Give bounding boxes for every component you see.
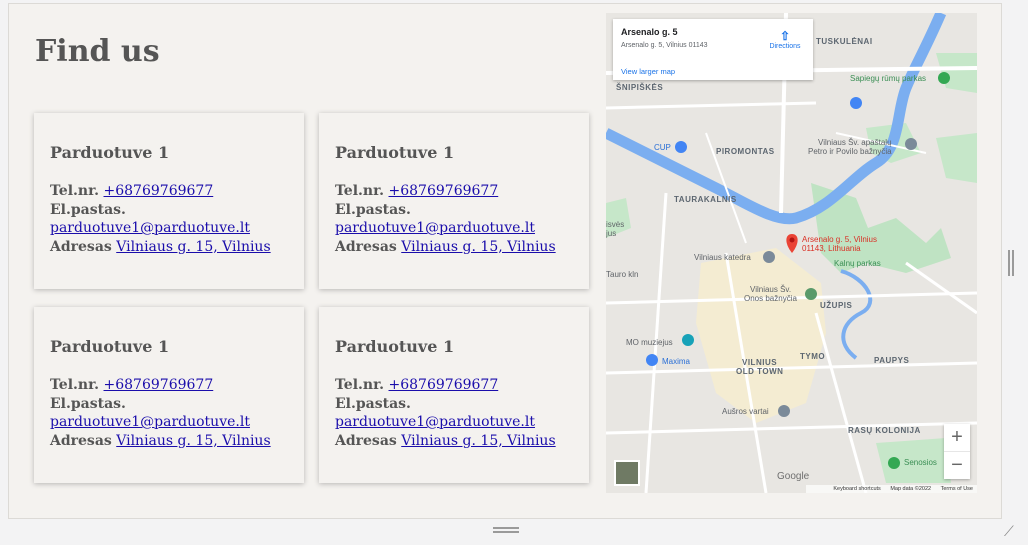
address-line: Adresas Vilniaus g. 15, Vilnius <box>50 238 288 257</box>
email-label: El.pastas. <box>50 395 126 412</box>
directions-label: Directions <box>769 43 801 50</box>
map-footer: Keyboard shortcuts Map data ©2022 Terms … <box>806 485 977 493</box>
google-logo: Google <box>777 471 810 482</box>
map-label: CUP <box>654 143 671 152</box>
map-label: Maxima <box>662 357 691 366</box>
map-label: isvės <box>606 220 625 229</box>
email-link[interactable]: parduotuve1@parduotuve.lt <box>335 220 535 236</box>
email-link[interactable]: parduotuve1@parduotuve.lt <box>50 414 250 430</box>
map-label: OLD TOWN <box>736 367 784 376</box>
address-label: Adresas <box>335 238 397 255</box>
place-address: Arsenalo g. 5, Vilnius 01143 <box>621 42 708 49</box>
address-line: Adresas Vilniaus g. 15, Vilnius <box>335 432 573 451</box>
map-label: PIROMONTAS <box>716 147 775 156</box>
page-title: Find us <box>35 34 160 69</box>
phone-label: Tel.nr. <box>335 183 385 199</box>
vertical-resize-grip[interactable] <box>1008 250 1014 276</box>
zoom-control: + − <box>944 424 970 479</box>
horizontal-resize-grip[interactable] <box>493 527 519 533</box>
phone-line: Tel.nr. +68769769677 <box>50 376 288 395</box>
address-link[interactable]: Vilniaus g. 15, Vilnius <box>401 433 555 449</box>
map-label: TYMO <box>800 352 826 361</box>
map-label: PAUPYS <box>874 356 910 365</box>
phone-label: Tel.nr. <box>50 377 100 393</box>
phone-label: Tel.nr. <box>335 377 385 393</box>
pin-label: 01143, Lithuania <box>802 244 861 253</box>
page-frame: Find us Parduotuve 1 Tel.nr. +6876976967… <box>8 3 1002 519</box>
map-label: TAURAKALNIS <box>674 195 737 204</box>
map-label: Senosios <box>904 458 937 467</box>
terms-link[interactable]: Terms of Use <box>941 486 973 492</box>
email-label: El.pastas. <box>335 201 411 218</box>
zoom-in-button[interactable]: + <box>944 424 970 452</box>
phone-line: Tel.nr. +68769769677 <box>335 376 573 395</box>
phone-link[interactable]: +68769769677 <box>389 183 499 199</box>
store-card: Parduotuve 1 Tel.nr. +68769769677 El.pas… <box>319 113 589 289</box>
map-label: ŠNIPIŠKĖS <box>616 83 664 92</box>
directions-icon: ⇧ <box>779 29 791 43</box>
map-label: Sapiegų rūmų parkas <box>850 74 927 83</box>
map-label: TUSKULĖNAI <box>816 37 873 46</box>
phone-label: Tel.nr. <box>50 183 100 199</box>
address-label: Adresas <box>335 432 397 449</box>
address-link[interactable]: Vilniaus g. 15, Vilnius <box>116 433 270 449</box>
zoom-out-button[interactable]: − <box>944 452 970 479</box>
map-label: Vilniaus Šv. <box>750 285 792 294</box>
phone-line: Tel.nr. +68769769677 <box>50 182 288 201</box>
email-label: El.pastas. <box>50 201 126 218</box>
map-label: Tauro kln <box>606 270 639 279</box>
map-label: VILNIUS <box>742 358 778 367</box>
satellite-toggle[interactable] <box>614 460 640 486</box>
view-larger-map-link[interactable]: View larger map <box>621 67 675 76</box>
map-label: Vilniaus Šv. apaštalų <box>818 138 892 147</box>
phone-link[interactable]: +68769769677 <box>389 377 499 393</box>
phone-link[interactable]: +68769769677 <box>104 183 214 199</box>
phone-link[interactable]: +68769769677 <box>104 377 214 393</box>
pin-label: Arsenalo g. 5, Vilnius <box>802 235 878 244</box>
map-label: Aušros vartai <box>722 407 769 416</box>
directions-button[interactable]: ⇧ Directions <box>761 29 809 51</box>
store-name: Parduotuve 1 <box>335 337 455 356</box>
map-label: jus <box>606 229 617 238</box>
map-label: RASŲ KOLONIJA <box>848 426 921 435</box>
email-link[interactable]: parduotuve1@parduotuve.lt <box>50 220 250 236</box>
place-name: Arsenalo g. 5 <box>621 27 678 37</box>
map-label: Vilniaus katedra <box>694 253 751 262</box>
address-label: Adresas <box>50 432 112 449</box>
map-label: UŽUPIS <box>820 301 853 310</box>
keyboard-shortcuts-link[interactable]: Keyboard shortcuts <box>833 486 880 492</box>
corner-resize-icon[interactable]: ⟋ <box>1004 524 1014 540</box>
email-label: El.pastas. <box>335 395 411 412</box>
store-name: Parduotuve 1 <box>50 337 170 356</box>
store-card: Parduotuve 1 Tel.nr. +68769769677 El.pas… <box>34 307 304 483</box>
address-link[interactable]: Vilniaus g. 15, Vilnius <box>401 239 555 255</box>
address-link[interactable]: Vilniaus g. 15, Vilnius <box>116 239 270 255</box>
phone-line: Tel.nr. +68769769677 <box>335 182 573 201</box>
map-data-label: Map data ©2022 <box>890 486 932 492</box>
email-link[interactable]: parduotuve1@parduotuve.lt <box>335 414 535 430</box>
map-label: Kalnų parkas <box>834 259 881 268</box>
map-label: Petro ir Povilo bažnyčia <box>808 147 892 156</box>
embedded-map[interactable]: Arsenalo g. 5 Arsenalo g. 5, Vilnius 011… <box>606 13 977 493</box>
place-info-card: Arsenalo g. 5 Arsenalo g. 5, Vilnius 011… <box>613 19 813 80</box>
address-label: Adresas <box>50 238 112 255</box>
map-label: Onos bažnyčia <box>744 294 797 303</box>
map-label: MO muziejus <box>626 338 673 347</box>
address-line: Adresas Vilniaus g. 15, Vilnius <box>335 238 573 257</box>
store-name: Parduotuve 1 <box>50 143 170 162</box>
store-name: Parduotuve 1 <box>335 143 455 162</box>
store-card: Parduotuve 1 Tel.nr. +68769769677 El.pas… <box>34 113 304 289</box>
address-line: Adresas Vilniaus g. 15, Vilnius <box>50 432 288 451</box>
store-card: Parduotuve 1 Tel.nr. +68769769677 El.pas… <box>319 307 589 483</box>
